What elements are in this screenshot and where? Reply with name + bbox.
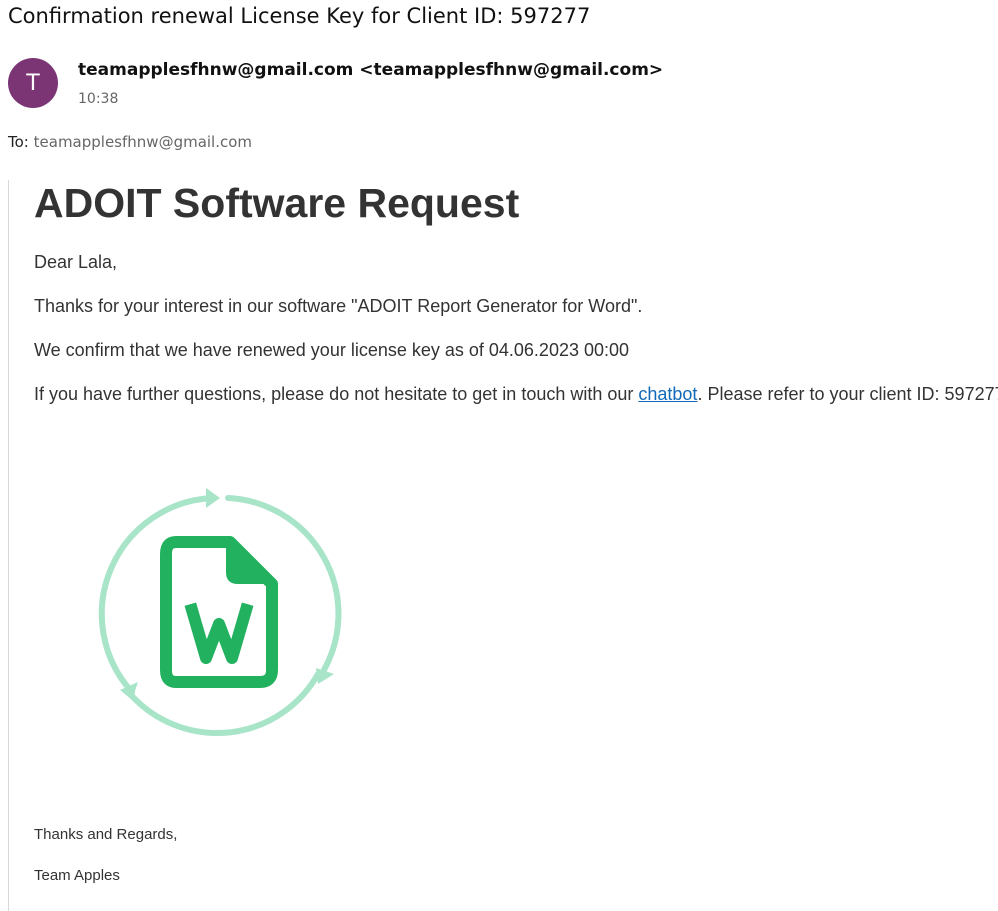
greeting-text: Dear Lala, [34, 252, 118, 272]
message-line-1: Thanks for your interest in our software… [34, 296, 643, 316]
sender-address[interactable]: teamapplesfhnw@gmail.com <teamapplesfhnw… [78, 60, 663, 80]
line-3-before: If you have further questions, please do… [34, 384, 639, 404]
recipient-address[interactable]: teamapplesfhnw@gmail.com [34, 133, 252, 151]
to-label: To: [8, 133, 29, 151]
email-timestamp: 10:38 [78, 91, 119, 107]
word-document-refresh-icon [96, 484, 348, 745]
avatar-initial: T [26, 70, 40, 96]
email-subject: Confirmation renewal License Key for Cli… [8, 4, 591, 28]
closing-text: Thanks and Regards, [34, 826, 178, 843]
message-line-3: If you have further questions, please do… [34, 384, 998, 405]
signature-text: Team Apples [34, 867, 120, 884]
message-line-2: We confirm that we have renewed your lic… [34, 340, 630, 360]
message-heading: ADOIT Software Request [34, 180, 520, 226]
line-3-after: . Please refer to your client ID: 597277 [697, 384, 998, 404]
chatbot-link[interactable]: chatbot [638, 384, 697, 404]
recipient-line: To: teamapplesfhnw@gmail.com [8, 133, 252, 151]
sender-avatar[interactable]: T [8, 58, 58, 108]
message-body-divider [8, 180, 9, 911]
